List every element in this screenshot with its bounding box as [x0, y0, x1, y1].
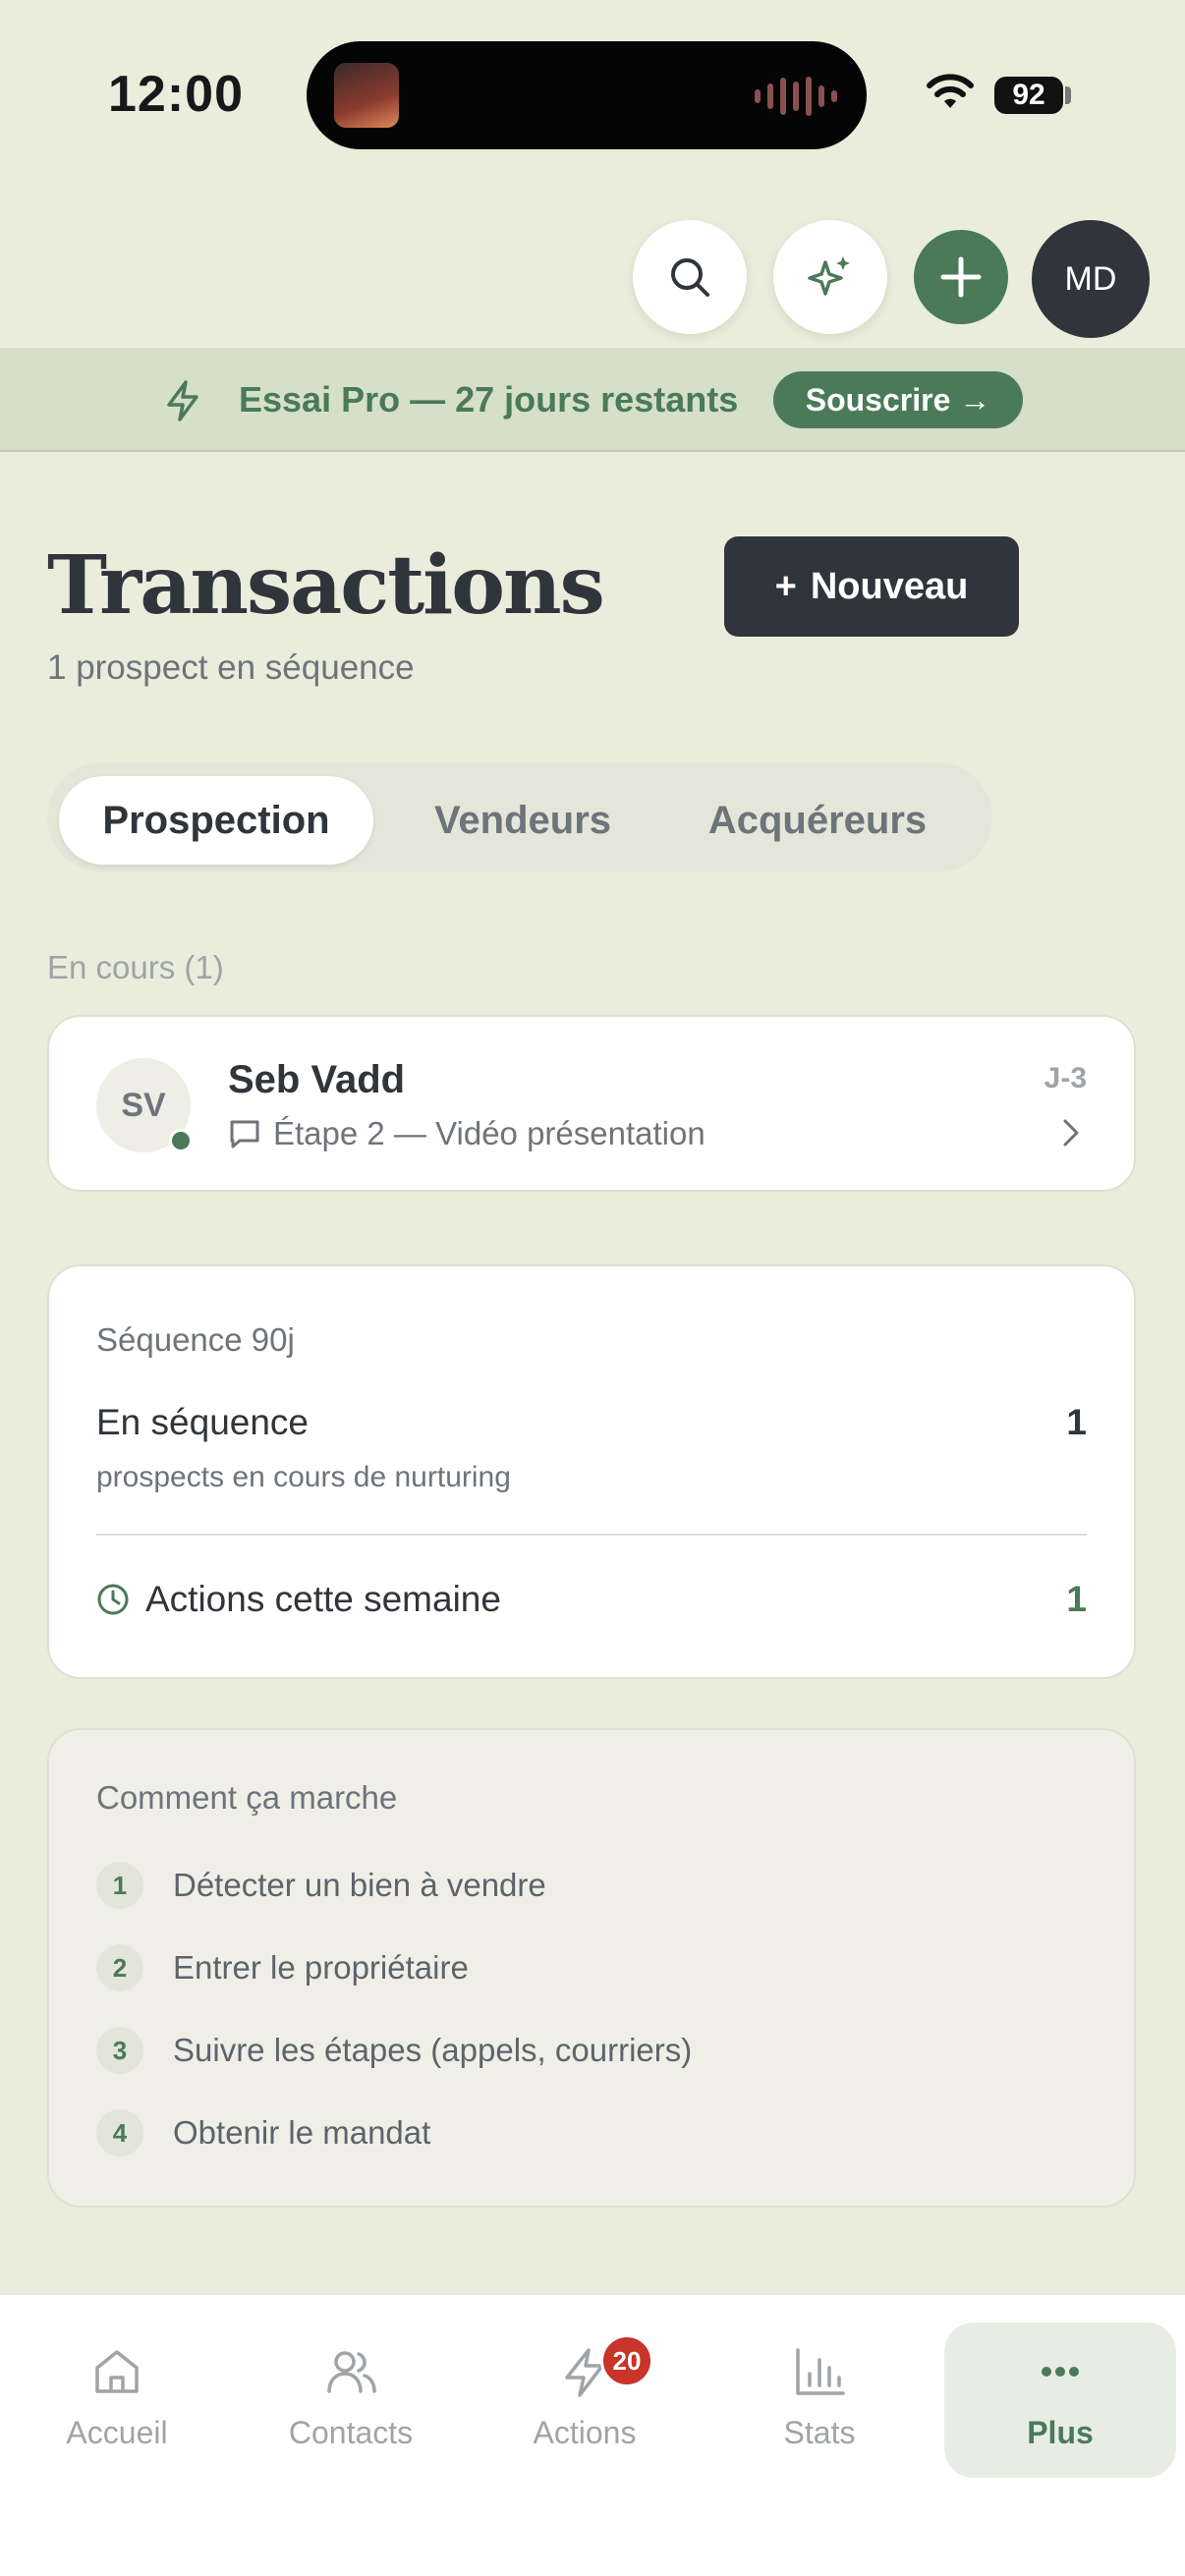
segment-tabs: Prospection Vendeurs Acquéreurs: [47, 762, 992, 872]
page-title: Transactions: [47, 538, 605, 633]
step-text: Entrer le propriétaire: [173, 1949, 469, 1986]
new-transaction-button[interactable]: + Nouveau: [724, 536, 1019, 637]
step-number: 2: [96, 1944, 143, 1991]
tab-prospection[interactable]: Prospection: [59, 776, 373, 865]
user-avatar-button[interactable]: MD: [1032, 220, 1150, 338]
week-actions-row: Actions cette semaine: [96, 1579, 501, 1620]
how-step-2: 2 Entrer le propriétaire: [96, 1944, 469, 1991]
users-icon: [327, 2351, 376, 2393]
bottom-nav: Accueil Contacts Actions 20 Stats Plus: [0, 2293, 1185, 2576]
divider: [96, 1534, 1087, 1536]
prospect-card[interactable]: SV Seb Vadd Étape 2 — Vidéo présentation…: [47, 1015, 1136, 1192]
step-text: Détecter un bien à vendre: [173, 1867, 546, 1903]
step-number: 3: [96, 2027, 143, 2074]
nav-item-stats[interactable]: Stats: [704, 2323, 935, 2478]
subscribe-button[interactable]: Souscrire →: [773, 371, 1023, 428]
trial-banner: Essai Pro — 27 jours restants Souscrire …: [0, 348, 1185, 452]
search-button[interactable]: [633, 220, 747, 334]
in-sequence-description: prospects en cours de nurturing: [96, 1461, 511, 1493]
nav-item-actions[interactable]: Actions 20: [469, 2323, 701, 2478]
search-icon: [671, 258, 709, 297]
clock-icon: [97, 1584, 129, 1615]
nav-label: Accueil: [66, 2415, 168, 2450]
nav-label: Stats: [783, 2415, 856, 2450]
tab-acquereurs[interactable]: Acquéreurs: [672, 776, 963, 865]
sparkles-icon: [808, 256, 850, 296]
tab-vendeurs[interactable]: Vendeurs: [387, 776, 658, 865]
bar-chart-icon: [796, 2348, 845, 2395]
status-dot: [169, 1129, 193, 1152]
prospect-step-text: Étape 2 — Vidéo présentation: [273, 1115, 705, 1151]
in-progress-label: En cours (1): [47, 949, 224, 985]
step-number: 1: [96, 1862, 143, 1909]
nav-item-contacts[interactable]: Contacts: [235, 2323, 467, 2478]
how-step-3: 3 Suivre les étapes (appels, courriers): [96, 2027, 692, 2074]
now-playing-artwork: [334, 63, 399, 128]
battery-tip: [1065, 86, 1071, 104]
step-text: Suivre les étapes (appels, courriers): [173, 2032, 693, 2068]
nav-label: Contacts: [288, 2415, 414, 2450]
chevron-right-icon: [1063, 1119, 1079, 1147]
week-actions-count: 1: [1066, 1579, 1087, 1619]
more-icon: [1042, 2367, 1079, 2377]
notification-badge: 20: [600, 2334, 653, 2387]
bolt-icon: [167, 380, 198, 421]
prospect-due-badge: J-3: [1044, 1062, 1087, 1094]
step-text: Obtenir le mandat: [173, 2114, 431, 2151]
in-sequence-count: 1: [1066, 1402, 1087, 1442]
status-bar: 12:00 92: [0, 0, 1185, 196]
quick-add-button[interactable]: [914, 230, 1008, 324]
audio-waveform-icon: [755, 77, 837, 116]
prospect-step: Étape 2 — Vidéo présentation: [228, 1115, 705, 1152]
new-button-plus: +: [774, 565, 797, 607]
status-time: 12:00: [108, 66, 244, 123]
battery-indicator: 92: [994, 77, 1063, 114]
sequence-heading: Séquence 90j: [96, 1321, 295, 1358]
wifi-icon: [927, 74, 974, 108]
nav-label: Plus: [1027, 2415, 1094, 2450]
dynamic-island[interactable]: [307, 41, 867, 149]
plus-icon: [940, 256, 982, 298]
how-step-4: 4 Obtenir le mandat: [96, 2109, 430, 2156]
in-sequence-label: En séquence: [96, 1402, 310, 1442]
nav-item-accueil[interactable]: Accueil: [1, 2323, 233, 2478]
page-subtitle: 1 prospect en séquence: [47, 648, 415, 687]
nav-label: Actions: [533, 2415, 637, 2450]
ai-assistant-button[interactable]: [773, 220, 887, 334]
how-step-1: 1 Détecter un bien à vendre: [96, 1862, 546, 1909]
step-number: 4: [96, 2109, 143, 2156]
how-it-works-card: Comment ça marche 1 Détecter un bien à v…: [47, 1728, 1136, 2208]
sequence-card: Séquence 90j En séquence 1 prospects en …: [47, 1264, 1136, 1679]
new-button-label: Nouveau: [810, 565, 969, 607]
how-it-works-heading: Comment ça marche: [96, 1779, 398, 1816]
prospect-name: Seb Vadd: [228, 1058, 406, 1101]
trial-text: Essai Pro — 27 jours restants: [239, 379, 739, 420]
nav-item-plus[interactable]: Plus: [944, 2323, 1176, 2478]
home-icon: [95, 2350, 139, 2393]
message-icon: [230, 1120, 259, 1148]
week-actions-label: Actions cette semaine: [145, 1579, 501, 1619]
